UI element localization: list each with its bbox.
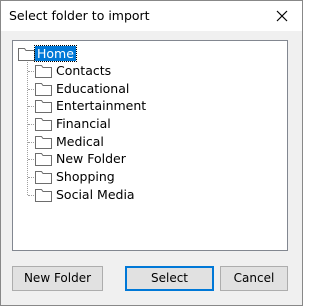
folder-tree[interactable]: Home Contacts Educational Entertainment bbox=[12, 40, 288, 251]
folder-icon bbox=[35, 65, 52, 78]
title-bar: Select folder to import bbox=[1, 1, 302, 31]
folder-icon bbox=[35, 100, 52, 113]
new-folder-button[interactable]: New Folder bbox=[12, 266, 103, 291]
folder-icon bbox=[35, 153, 52, 166]
folder-icon bbox=[18, 48, 35, 61]
close-icon bbox=[276, 10, 288, 22]
tree-node-label: Home bbox=[34, 45, 77, 62]
tree-connector bbox=[28, 106, 34, 107]
tree-node-label: Contacts bbox=[56, 63, 112, 78]
tree-node-label: Educational bbox=[56, 81, 130, 96]
tree-connector bbox=[27, 57, 28, 195]
tree-node-label: Shopping bbox=[56, 169, 115, 184]
close-button[interactable] bbox=[262, 1, 302, 31]
tree-node-label: Social Media bbox=[56, 187, 135, 202]
tree-connector bbox=[28, 71, 34, 72]
select-folder-dialog: Select folder to import Home Contacts Ed… bbox=[0, 0, 303, 306]
folder-icon bbox=[35, 136, 52, 149]
select-button[interactable]: Select bbox=[125, 266, 214, 291]
folder-icon bbox=[35, 83, 52, 96]
tree-connector bbox=[28, 195, 34, 196]
tree-node-label: New Folder bbox=[56, 151, 126, 166]
dialog-title: Select folder to import bbox=[9, 8, 150, 23]
folder-icon bbox=[35, 171, 52, 184]
tree-connector bbox=[28, 89, 34, 90]
tree-connector bbox=[28, 142, 34, 143]
tree-node-label: Medical bbox=[56, 134, 104, 149]
tree-connector bbox=[28, 124, 34, 125]
folder-icon bbox=[35, 189, 52, 202]
tree-connector bbox=[28, 159, 34, 160]
cancel-button[interactable]: Cancel bbox=[220, 266, 288, 291]
tree-connector bbox=[28, 177, 34, 178]
folder-icon bbox=[35, 118, 52, 131]
tree-node-label: Financial bbox=[56, 116, 111, 131]
tree-node-label: Entertainment bbox=[56, 98, 147, 113]
